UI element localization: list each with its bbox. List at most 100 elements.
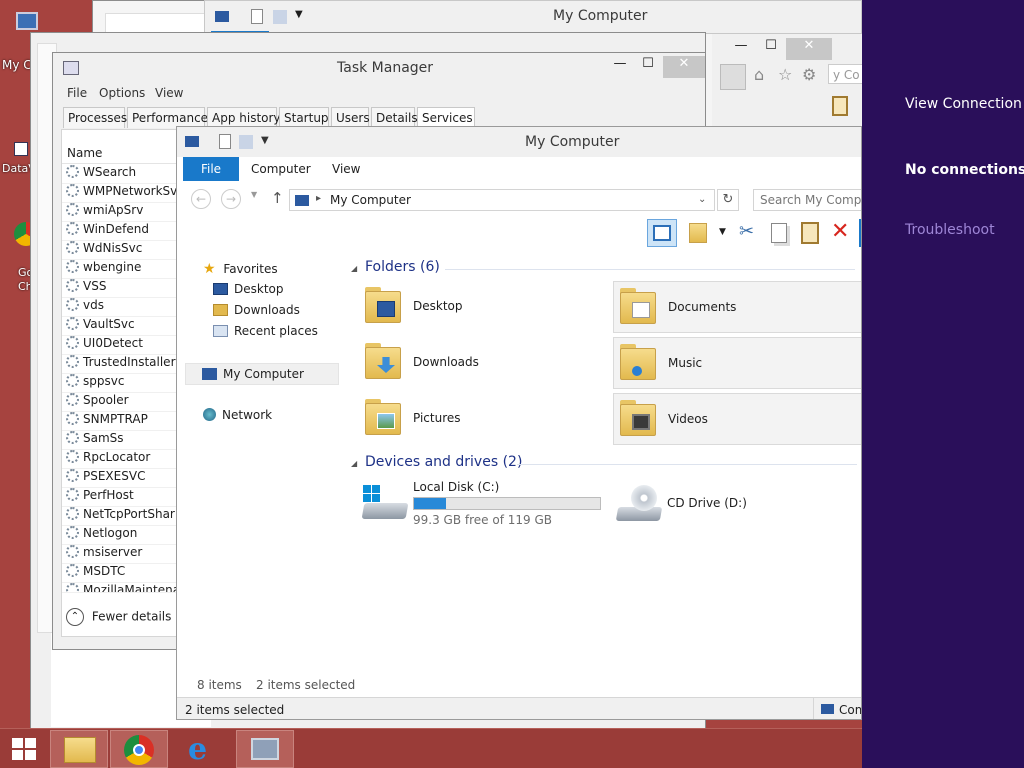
- ribbon-tab-computer[interactable]: Computer: [251, 162, 311, 176]
- tab-services[interactable]: Services: [417, 107, 475, 128]
- service-row[interactable]: MozillaMaintenance: [62, 583, 176, 593]
- copy-icon[interactable]: [771, 223, 787, 243]
- preview-pane-button[interactable]: [647, 219, 677, 247]
- delete-icon[interactable]: ✕: [831, 219, 849, 244]
- background-window-toolbar[interactable]: — ☐ ✕ ⌂ ☆ ⚙ y Co: [712, 34, 862, 126]
- paste-icon[interactable]: [832, 96, 848, 116]
- address-bar[interactable]: ▸ My Computer ⌄: [289, 189, 715, 211]
- fewer-details-label: Fewer details: [91, 609, 172, 624]
- dropdown-icon[interactable]: ▼: [295, 9, 303, 20]
- service-row[interactable]: VaultSvc: [62, 317, 176, 336]
- maximize-button[interactable]: ☐: [635, 56, 661, 78]
- desktop-icon-google-chrome[interactable]: Go Ch: [0, 218, 38, 298]
- taskbar-file-explorer[interactable]: [50, 730, 108, 768]
- tab-processes[interactable]: Processes: [63, 107, 127, 128]
- folder-item-documents[interactable]: Documents: [613, 281, 861, 333]
- new-folder-icon[interactable]: [273, 10, 287, 24]
- ribbon-tab-view[interactable]: View: [332, 162, 360, 176]
- tab-app-history[interactable]: App history: [207, 107, 281, 128]
- service-row[interactable]: PerfHost: [62, 488, 176, 507]
- nav-recent-places[interactable]: Recent places: [213, 324, 318, 338]
- folders-group-header[interactable]: ◢ Folders (6): [351, 259, 861, 279]
- service-row[interactable]: PSEXESVC: [62, 469, 176, 488]
- nav-my-computer[interactable]: My Computer: [185, 363, 339, 385]
- minimize-button[interactable]: —: [607, 56, 633, 78]
- ribbon-tab-file[interactable]: File: [183, 157, 239, 181]
- desktop-icon-my-computer[interactable]: My C: [0, 10, 38, 72]
- properties-icon[interactable]: [251, 9, 263, 24]
- drive-cd[interactable]: CD Drive (D:): [613, 479, 813, 529]
- troubleshoot-link[interactable]: Troubleshoot: [905, 222, 995, 238]
- service-row[interactable]: wbengine: [62, 260, 176, 279]
- tab-startup[interactable]: Startup: [279, 107, 329, 128]
- nav-downloads[interactable]: Downloads: [213, 303, 300, 317]
- explorer-window[interactable]: ▼ My Computer File Computer View ← → ▼ ↑…: [176, 126, 862, 720]
- service-row[interactable]: MSDTC: [62, 564, 176, 583]
- fewer-details-button[interactable]: ⌃ Fewer details: [66, 608, 174, 630]
- service-row[interactable]: RpcLocator: [62, 450, 176, 469]
- taskbar-task-manager[interactable]: [236, 730, 294, 768]
- folder-item-desktop[interactable]: Desktop: [359, 281, 609, 333]
- tab-details[interactable]: Details: [371, 107, 418, 128]
- desktop-icon-datav[interactable]: DataV: [0, 118, 36, 178]
- view-connection-settings-link[interactable]: View Connection S: [905, 96, 1024, 112]
- tab-users[interactable]: Users: [331, 107, 370, 128]
- service-row[interactable]: VSS: [62, 279, 176, 298]
- service-row[interactable]: msiserver: [62, 545, 176, 564]
- devices-group-header[interactable]: ◢ Devices and drives (2): [351, 454, 861, 474]
- drive-local-disk[interactable]: Local Disk (C:) 99.3 GB free of 119 GB: [359, 479, 609, 529]
- service-row[interactable]: sppsvc: [62, 374, 176, 393]
- service-row[interactable]: NetTcpPortSharing: [62, 507, 176, 526]
- paste-icon[interactable]: [801, 222, 819, 244]
- recent-locations-icon[interactable]: ▼: [251, 190, 257, 199]
- background-window-titlebar[interactable]: ▼ My Computer: [204, 0, 862, 34]
- close-button[interactable]: ✕: [663, 56, 705, 78]
- close-button[interactable]: ✕: [786, 38, 832, 60]
- search-input[interactable]: y Co: [828, 64, 862, 84]
- favorites-star-icon[interactable]: ☆: [778, 65, 792, 84]
- tab-performance[interactable]: Performance: [127, 107, 208, 128]
- service-row[interactable]: SNMPTRAP: [62, 412, 176, 431]
- search-input[interactable]: Search My Computer: [753, 189, 861, 211]
- select-folder-icon[interactable]: [689, 223, 707, 243]
- settings-gear-icon[interactable]: ⚙: [802, 65, 816, 84]
- taskbar-internet-explorer[interactable]: e: [174, 730, 232, 768]
- service-row[interactable]: SamSs: [62, 431, 176, 450]
- up-arrow-icon[interactable]: ↑: [271, 189, 284, 207]
- service-row[interactable]: wmiApSrv: [62, 203, 176, 222]
- service-row[interactable]: Spooler: [62, 393, 176, 412]
- taskbar-chrome[interactable]: [110, 730, 168, 768]
- start-button[interactable]: [6, 734, 42, 764]
- service-row[interactable]: TrustedInstaller: [62, 355, 176, 374]
- cut-icon[interactable]: ✂: [739, 221, 754, 242]
- service-row[interactable]: WSearch: [62, 165, 176, 184]
- back-arrow-icon[interactable]: ←: [191, 189, 211, 209]
- services-column-header-name[interactable]: Name: [62, 142, 176, 164]
- dropdown-icon[interactable]: ▼: [261, 135, 269, 146]
- menu-options[interactable]: Options: [99, 86, 145, 100]
- folder-item-music[interactable]: Music: [613, 337, 861, 389]
- properties-icon[interactable]: [219, 134, 231, 149]
- dropdown-icon[interactable]: ▼: [719, 227, 726, 237]
- service-row[interactable]: vds: [62, 298, 176, 317]
- menu-file[interactable]: File: [67, 86, 87, 100]
- folder-item-downloads[interactable]: Downloads: [359, 337, 609, 389]
- new-folder-icon[interactable]: [239, 135, 253, 149]
- minimize-button[interactable]: —: [728, 38, 754, 60]
- service-row[interactable]: WMPNetworkSvc: [62, 184, 176, 203]
- service-row[interactable]: WinDefend: [62, 222, 176, 241]
- maximize-button[interactable]: ☐: [758, 38, 784, 60]
- address-dropdown-icon[interactable]: ⌄: [698, 194, 706, 205]
- nav-favorites[interactable]: ★ Favorites: [203, 261, 278, 277]
- nav-desktop[interactable]: Desktop: [213, 282, 284, 296]
- forward-arrow-icon[interactable]: →: [221, 189, 241, 209]
- refresh-icon[interactable]: ↻: [717, 189, 739, 211]
- folder-item-pictures[interactable]: Pictures: [359, 393, 609, 445]
- folder-item-videos[interactable]: Videos: [613, 393, 861, 445]
- home-icon[interactable]: ⌂: [754, 65, 764, 84]
- service-row[interactable]: UI0Detect: [62, 336, 176, 355]
- menu-view[interactable]: View: [155, 86, 183, 100]
- nav-network[interactable]: Network: [203, 408, 272, 422]
- service-row[interactable]: Netlogon: [62, 526, 176, 545]
- service-row[interactable]: WdNisSvc: [62, 241, 176, 260]
